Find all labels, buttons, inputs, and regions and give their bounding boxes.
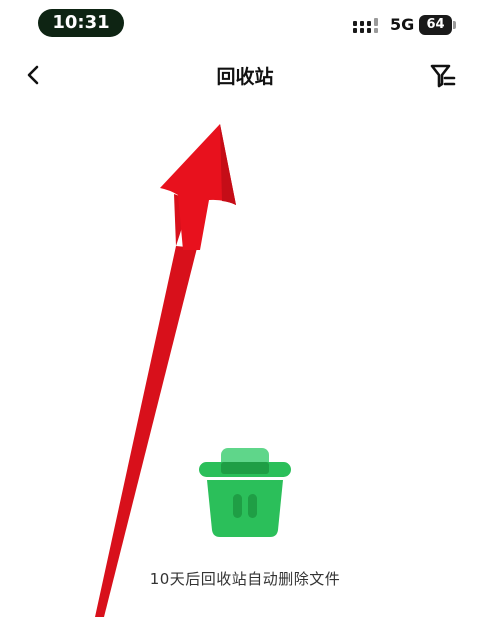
recycle-bin-screen: 10:31 5G 64 回收站 10天后回收站自动删除文件 <box>0 0 490 617</box>
battery-indicator: 64 <box>419 15 457 35</box>
status-bar: 10:31 5G 64 <box>0 0 490 48</box>
page-title: 回收站 <box>216 66 274 88</box>
battery-tip <box>453 21 456 29</box>
trash-bin-icon <box>199 448 291 537</box>
auto-delete-notice: 10天后回收站自动删除文件 <box>149 570 341 588</box>
cellular-signal-icon <box>353 18 378 33</box>
network-type-label: 5G <box>390 15 415 34</box>
filter-button[interactable] <box>427 61 459 91</box>
filter-icon <box>430 64 456 88</box>
status-time: 10:31 <box>38 9 124 37</box>
empty-state: 10天后回收站自动删除文件 <box>0 440 490 600</box>
navigation-bar: 回收站 <box>0 52 490 100</box>
battery-level: 64 <box>419 15 452 35</box>
